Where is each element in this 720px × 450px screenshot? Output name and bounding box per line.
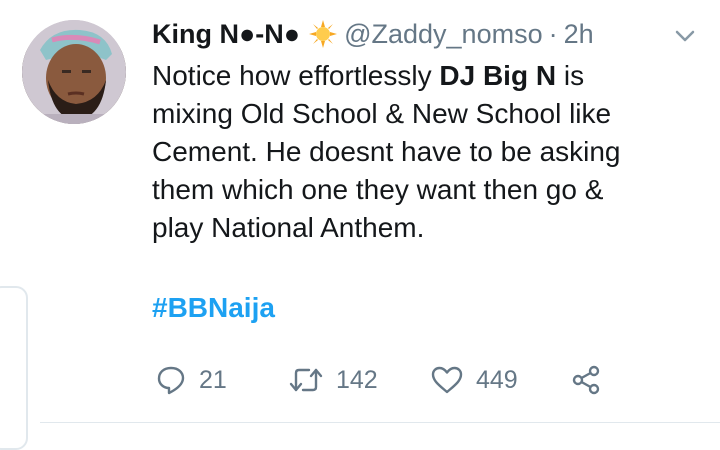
- text-segment: is: [556, 60, 585, 91]
- tweet-text: Notice how effortlessly DJ Big N is mixi…: [152, 57, 672, 247]
- tweet-text-line: play National Anthem.: [152, 212, 425, 243]
- tweet-actions: 21 142 449: [155, 360, 602, 400]
- timestamp[interactable]: 2h: [564, 16, 594, 52]
- display-name[interactable]: King N●-N●: [152, 16, 300, 52]
- retweet-count: 142: [336, 365, 378, 394]
- like-count: 449: [476, 365, 518, 394]
- heart-icon: [431, 366, 463, 394]
- tweet-text-line: mixing Old School & New School like: [152, 98, 612, 129]
- user-handle[interactable]: @Zaddy_nomso: [344, 16, 543, 52]
- sun-emoji-icon: [308, 19, 338, 49]
- retweet-button[interactable]: 142: [288, 364, 430, 396]
- avatar-photo: [22, 20, 126, 124]
- tweet-text-line: Cement. He doesnt have to be asking: [152, 136, 621, 167]
- dot-separator: ·: [548, 19, 558, 49]
- reply-count: 21: [199, 365, 227, 394]
- mention-bold-text: DJ Big N: [439, 60, 557, 91]
- tweet-text-line: Notice how effortlessly DJ Big N is: [152, 57, 672, 95]
- share-button[interactable]: [570, 364, 602, 396]
- reply-button[interactable]: 21: [155, 364, 288, 396]
- tweet-header: King N●-N● @Zaddy_nomso · 2h: [152, 16, 660, 52]
- hashtag-link[interactable]: #BBNaija: [152, 290, 275, 326]
- retweet-icon: [289, 368, 323, 392]
- reply-icon: [157, 366, 185, 395]
- tweet-text-line: them which one they want then go &: [152, 174, 604, 205]
- avatar[interactable]: [22, 20, 126, 124]
- like-button[interactable]: 449: [430, 364, 570, 396]
- text-segment: Notice how effortlessly: [152, 60, 440, 91]
- share-icon: [572, 365, 600, 395]
- adjacent-card-edge: [0, 286, 28, 450]
- chevron-down-icon[interactable]: [671, 22, 699, 50]
- tweet-divider: [40, 422, 720, 423]
